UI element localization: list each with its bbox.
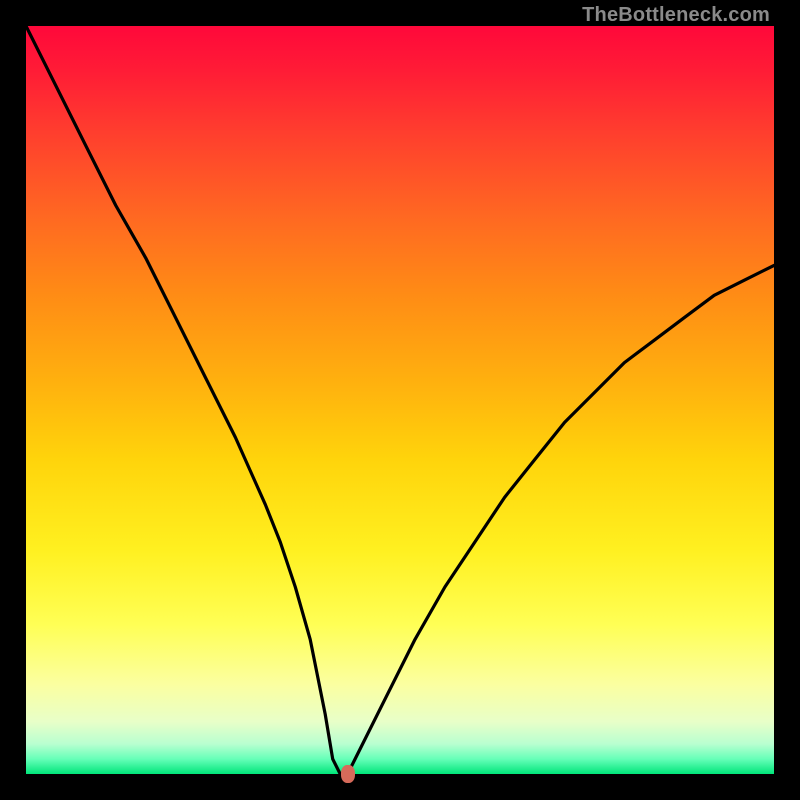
- chart-frame: TheBottleneck.com: [0, 0, 800, 800]
- watermark-text: TheBottleneck.com: [582, 4, 770, 27]
- bottleneck-curve: [26, 26, 774, 774]
- minimum-marker: [341, 765, 355, 783]
- plot-area: [26, 26, 774, 774]
